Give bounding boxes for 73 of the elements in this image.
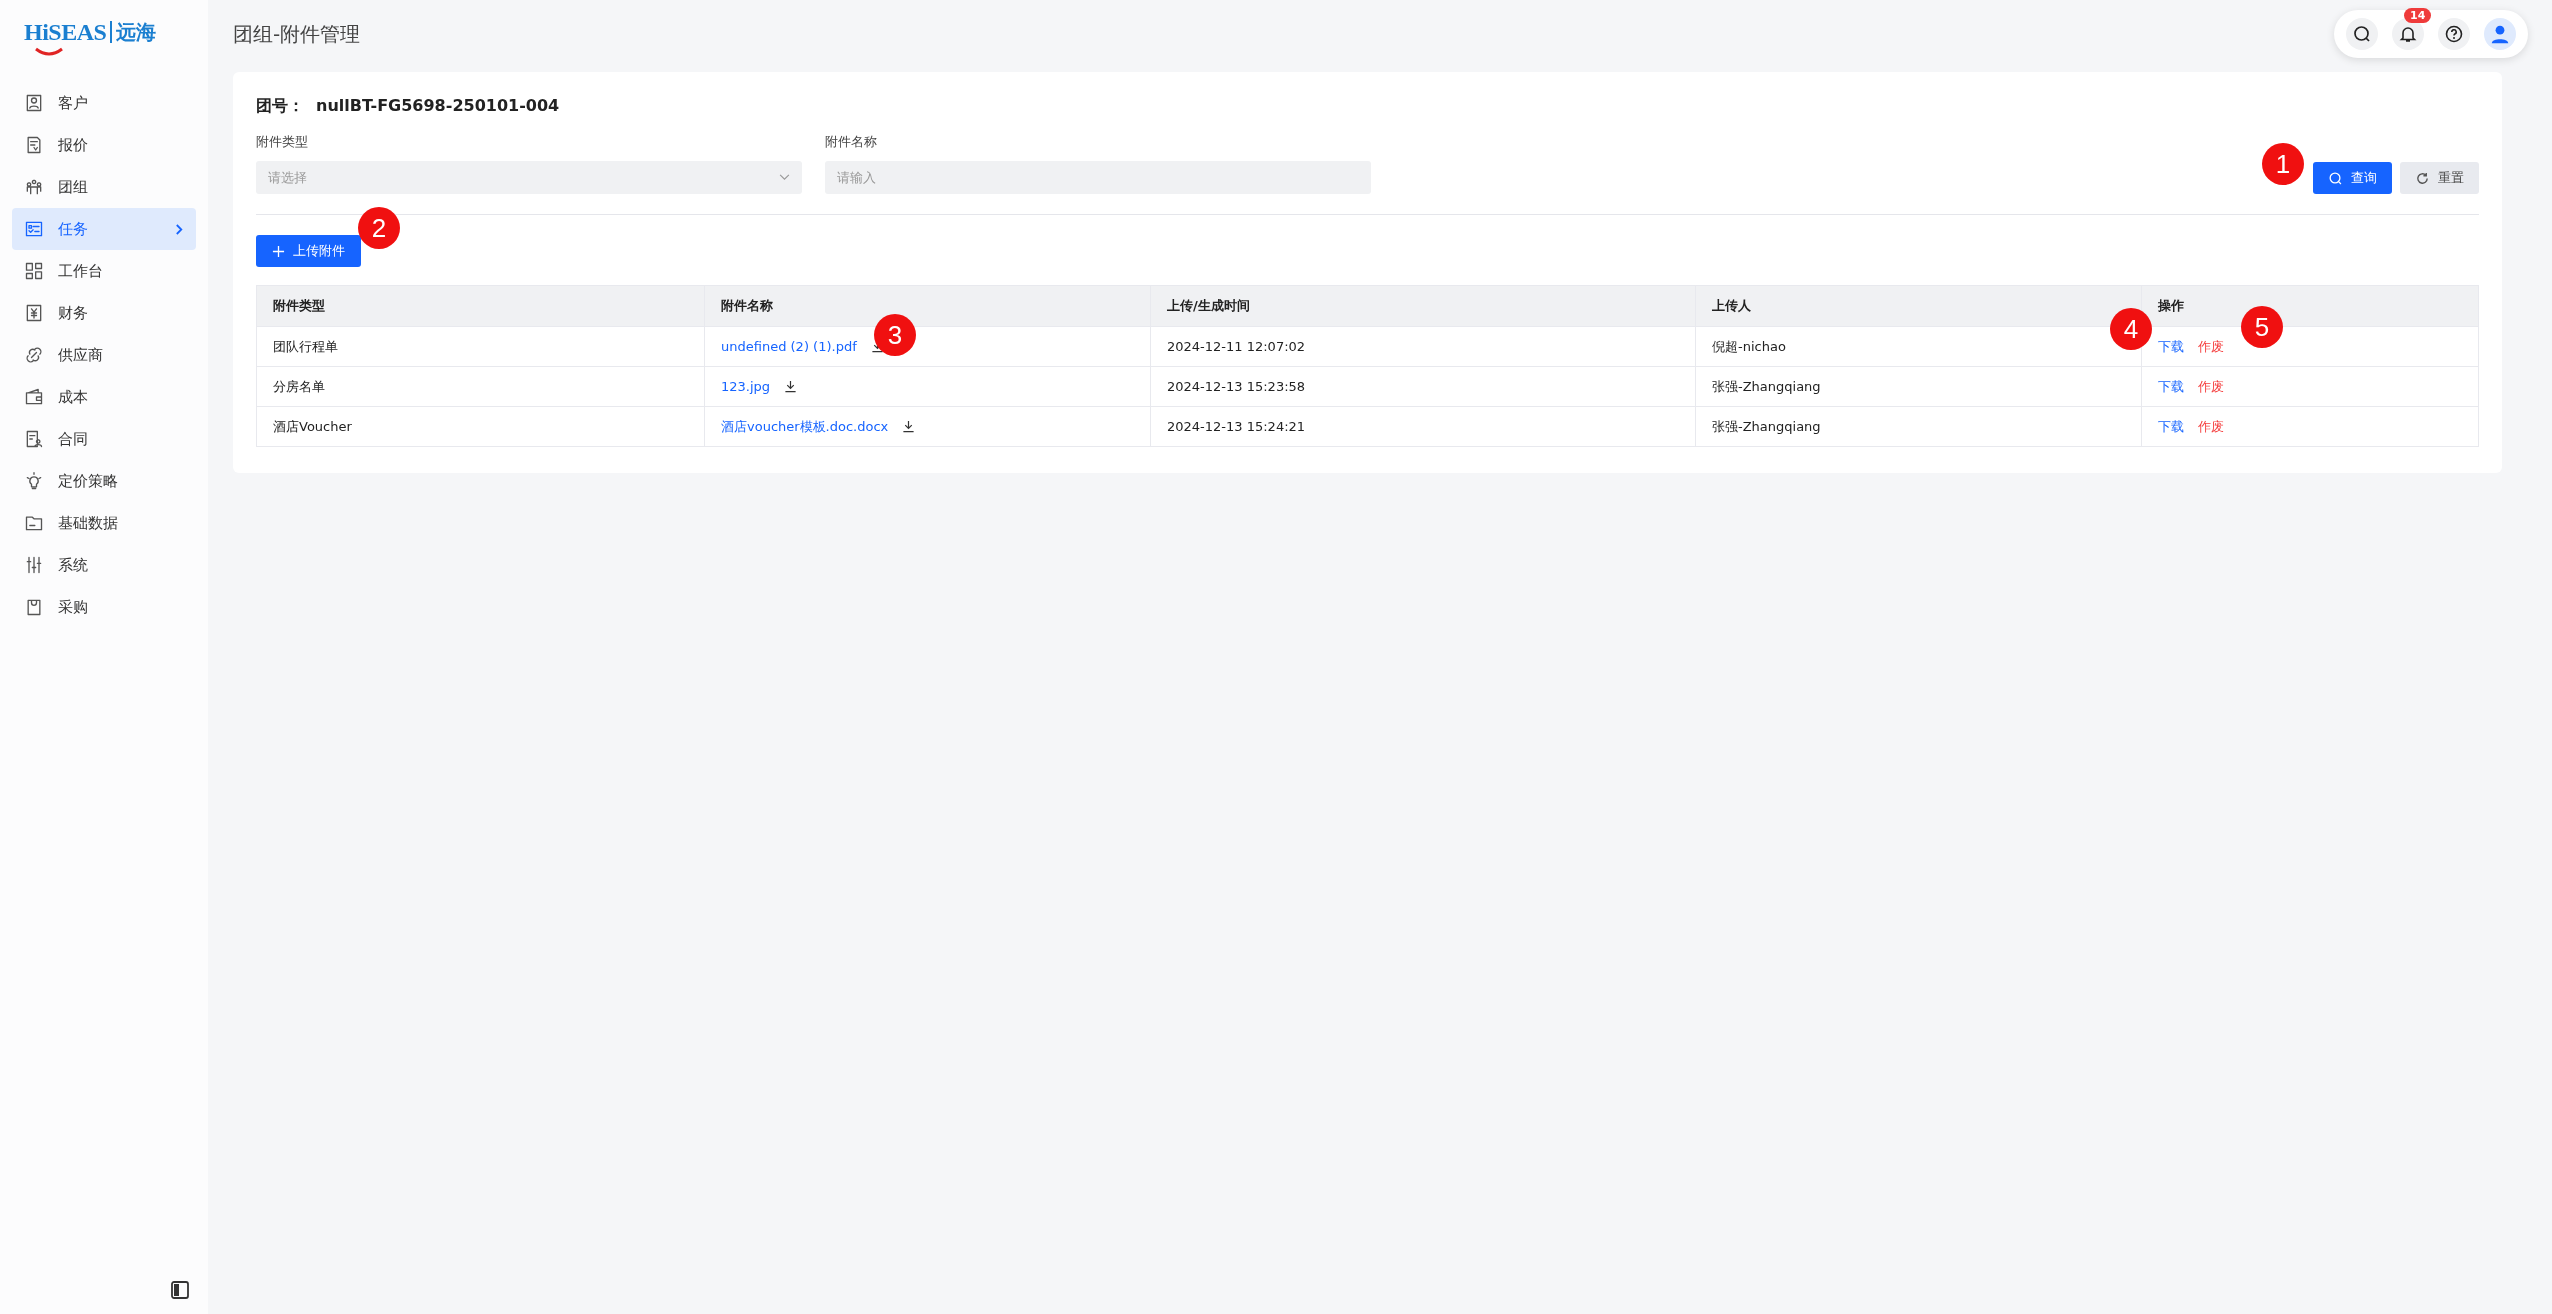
column-header: 附件类型 xyxy=(256,285,705,327)
help-button[interactable] xyxy=(2438,18,2470,50)
menu-icon xyxy=(24,93,44,113)
table-cell: 分房名单 xyxy=(273,378,325,394)
menu-icon xyxy=(24,303,44,323)
user-icon xyxy=(2489,23,2511,45)
download-link[interactable]: 下载 xyxy=(2158,338,2184,354)
brand-name: 远海 xyxy=(115,18,156,46)
sidebar-item[interactable]: 系统 xyxy=(12,544,196,586)
sidebar-item[interactable]: 团组 xyxy=(12,166,196,208)
sidebar-item[interactable]: 供应商 xyxy=(12,334,196,376)
menu-icon xyxy=(24,345,44,365)
sidebar-item[interactable]: 任务 xyxy=(12,208,196,250)
field-label: 附件类型 xyxy=(256,133,309,151)
page-title: 团组-附件管理 xyxy=(233,20,361,48)
table-cell: 倪超-nichao xyxy=(1712,338,1786,354)
chevron-down-icon xyxy=(779,174,790,181)
download-icon[interactable] xyxy=(784,380,798,393)
menu-icon xyxy=(24,219,44,239)
sidebar-item[interactable]: 采购 xyxy=(12,586,196,628)
table-cell: 2024-12-11 12:07:02 xyxy=(1167,339,1306,354)
menu-icon xyxy=(24,471,44,491)
sidebar-toggle-icon[interactable] xyxy=(170,1280,190,1300)
search-icon xyxy=(2352,24,2372,44)
bell-icon xyxy=(2398,24,2418,44)
reset-button[interactable]: 重置 xyxy=(2400,162,2479,194)
query-button[interactable]: 查询 xyxy=(2313,162,2392,194)
table-cell: 2024-12-13 15:23:58 xyxy=(1167,379,1306,394)
sidebar-item[interactable]: 定价策略 xyxy=(12,460,196,502)
menu-icon xyxy=(24,261,44,281)
group-number-label: 团号： xyxy=(256,96,304,117)
column-header: 附件名称 xyxy=(704,285,1151,327)
chevron-right-icon xyxy=(175,222,184,236)
file-link[interactable]: 123.jpg xyxy=(721,379,771,394)
menu-icon xyxy=(24,177,44,197)
refresh-icon xyxy=(2415,170,2430,186)
attachment-name-input[interactable]: 请输入 xyxy=(825,161,1371,194)
help-icon xyxy=(2444,24,2464,44)
column-header: 上传/生成时间 xyxy=(1150,285,1696,327)
search-icon xyxy=(2328,170,2343,186)
sidebar-item[interactable]: 财务 xyxy=(12,292,196,334)
table-cell: 张强-Zhangqiang xyxy=(1712,378,1821,394)
user-avatar-button[interactable] xyxy=(2484,18,2516,50)
void-link[interactable]: 作废 xyxy=(2198,338,2224,354)
sidebar-item[interactable]: 基础数据 xyxy=(12,502,196,544)
table-cell: 张强-Zhangqiang xyxy=(1712,418,1821,434)
plus-icon xyxy=(272,244,285,258)
sidebar-item[interactable]: 客户 xyxy=(12,82,196,124)
void-link[interactable]: 作废 xyxy=(2198,378,2224,394)
brand-logo-text: HiSEAS xyxy=(24,18,107,46)
table-cell: 团队行程单 xyxy=(273,338,338,354)
notification-button[interactable] xyxy=(2392,18,2424,50)
sidebar-item[interactable]: 合同 xyxy=(12,418,196,460)
notification-count: 14 xyxy=(2404,8,2432,23)
void-link[interactable]: 作废 xyxy=(2198,418,2224,434)
download-link[interactable]: 下载 xyxy=(2158,378,2184,394)
sidebar-item[interactable]: 工作台 xyxy=(12,250,196,292)
smile-icon xyxy=(34,47,64,57)
menu-icon xyxy=(24,387,44,407)
file-link[interactable]: undefined (2) (1).pdf xyxy=(721,339,857,354)
menu-icon xyxy=(24,555,44,575)
upload-button[interactable]: 上传附件 xyxy=(256,235,361,267)
field-label: 附件名称 xyxy=(825,133,878,151)
table-cell: 酒店Voucher xyxy=(273,418,352,434)
menu-icon xyxy=(24,429,44,449)
sidebar-item[interactable]: 成本 xyxy=(12,376,196,418)
group-number: nullBT-FG5698-250101-004 xyxy=(316,96,560,117)
file-link[interactable]: 酒店voucher模板.doc.docx xyxy=(721,418,889,434)
download-link[interactable]: 下载 xyxy=(2158,418,2184,434)
search-button[interactable] xyxy=(2346,18,2378,50)
sidebar-item[interactable]: 报价 xyxy=(12,124,196,166)
download-icon[interactable] xyxy=(902,419,916,433)
table-cell: 2024-12-13 15:24:21 xyxy=(1167,419,1306,434)
